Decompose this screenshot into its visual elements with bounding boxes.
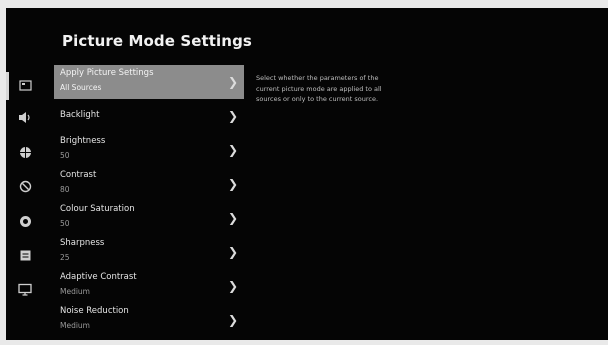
menu-item-value: 80 [60, 185, 70, 194]
setting-description: Select whether the parameters of the cur… [256, 74, 382, 103]
chevron-right-icon: ❯ [227, 211, 239, 225]
page-title: Picture Mode Settings [62, 32, 252, 50]
sound-icon[interactable] [18, 110, 32, 124]
menu-item-noise-reduction[interactable]: Noise Reduction Medium ❯ [54, 303, 244, 337]
chevron-right-icon: ❯ [227, 279, 239, 293]
menu-item-apply-picture-settings[interactable]: Apply Picture Settings All Sources ❯ [54, 65, 244, 99]
chevron-right-icon: ❯ [227, 143, 239, 157]
chevron-right-icon: ❯ [227, 109, 239, 123]
menu-item-contrast[interactable]: Contrast 80 ❯ [54, 167, 244, 201]
system-icon[interactable] [18, 248, 32, 262]
accessibility-icon[interactable] [18, 214, 32, 228]
menu-item-label: Adaptive Contrast [60, 272, 137, 282]
menu-item-label: Backlight [60, 110, 100, 120]
menu-item-value: 25 [60, 253, 70, 262]
chevron-right-icon: ❯ [227, 177, 239, 191]
menu-item-value: Medium [60, 287, 90, 296]
chevron-right-icon: ❯ [227, 75, 239, 89]
network-icon[interactable] [18, 145, 32, 159]
menu-item-label: Colour Saturation [60, 204, 135, 214]
menu-item-brightness[interactable]: Brightness 50 ❯ [54, 133, 244, 167]
sidebar-selection-indicator [6, 72, 9, 100]
support-icon[interactable] [18, 282, 32, 296]
tv-screen: Picture Mode Settings Apply Picture Sett… [6, 8, 608, 340]
chevron-right-icon: ❯ [227, 313, 239, 327]
menu-item-label: Noise Reduction [60, 306, 129, 316]
menu-item-label: Contrast [60, 170, 97, 180]
power-icon[interactable] [18, 179, 32, 193]
menu-item-sharpness[interactable]: Sharpness 25 ❯ [54, 235, 244, 269]
menu-item-backlight[interactable]: Backlight ❯ [54, 99, 244, 133]
chevron-right-icon: ❯ [227, 245, 239, 259]
menu-item-label: Brightness [60, 136, 106, 146]
menu-item-value: 50 [60, 219, 70, 228]
menu-item-adaptive-contrast[interactable]: Adaptive Contrast Medium ❯ [54, 269, 244, 303]
menu-item-value: All Sources [60, 83, 102, 92]
picture-icon[interactable] [18, 78, 32, 92]
settings-sidebar [6, 66, 40, 326]
menu-item-value: 50 [60, 151, 70, 160]
menu-item-value: Medium [60, 321, 90, 330]
menu-item-label: Apply Picture Settings [60, 68, 154, 78]
menu-item-colour-saturation[interactable]: Colour Saturation 50 ❯ [54, 201, 244, 235]
menu-item-label: Sharpness [60, 238, 105, 248]
